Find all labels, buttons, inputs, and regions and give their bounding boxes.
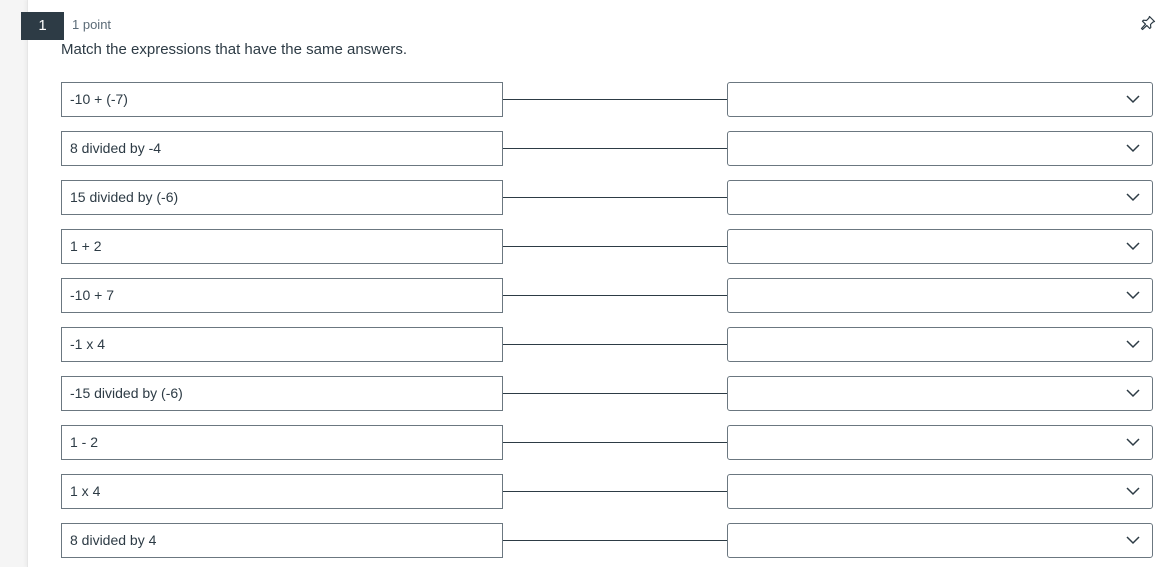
match-prompt: 1 + 2 [61, 229, 503, 264]
chevron-down-icon [1126, 389, 1140, 398]
match-row: 1 - 2 [0, 425, 1162, 460]
pin-icon[interactable] [1140, 15, 1156, 31]
match-prompt: 15 divided by (-6) [61, 180, 503, 215]
chevron-down-icon [1126, 144, 1140, 153]
match-row: -1 x 4 [0, 327, 1162, 362]
match-prompt: 1 x 4 [61, 474, 503, 509]
match-connector-line [503, 393, 727, 394]
chevron-down-icon [1126, 242, 1140, 251]
match-rows: -10 + (-7) 8 divided by -4 15 divided by… [0, 82, 1162, 567]
match-prompt: 8 divided by 4 [61, 523, 503, 558]
match-connector-line [503, 99, 727, 100]
match-connector-line [503, 246, 727, 247]
answer-select[interactable] [727, 376, 1153, 411]
match-row: -10 + 7 [0, 278, 1162, 313]
match-connector-line [503, 442, 727, 443]
chevron-down-icon [1126, 536, 1140, 545]
chevron-down-icon [1126, 95, 1140, 104]
answer-select[interactable] [727, 229, 1153, 264]
match-row: 1 + 2 [0, 229, 1162, 264]
answer-select[interactable] [727, 425, 1153, 460]
question-prompt: Match the expressions that have the same… [61, 41, 408, 58]
match-row: -15 divided by (-6) [0, 376, 1162, 411]
answer-select[interactable] [727, 180, 1153, 215]
match-row: 8 divided by 4 [0, 523, 1162, 558]
chevron-down-icon [1126, 340, 1140, 349]
match-row: 8 divided by -4 [0, 131, 1162, 166]
match-connector-line [503, 295, 727, 296]
match-connector-line [503, 540, 727, 541]
pin-icon-graphic [1140, 15, 1156, 31]
match-connector-line [503, 491, 727, 492]
match-prompt: -1 x 4 [61, 327, 503, 362]
answer-select[interactable] [727, 474, 1153, 509]
match-connector-line [503, 148, 727, 149]
match-prompt: -10 + (-7) [61, 82, 503, 117]
answer-select[interactable] [727, 327, 1153, 362]
answer-select[interactable] [727, 278, 1153, 313]
match-prompt: -10 + 7 [61, 278, 503, 313]
question-number-badge: 1 [21, 12, 64, 40]
chevron-down-icon [1126, 193, 1140, 202]
match-connector-line [503, 197, 727, 198]
question-points: 1 point [72, 17, 112, 32]
quiz-page: 1 1 point Match the expressions that hav… [0, 0, 1162, 567]
match-prompt: -15 divided by (-6) [61, 376, 503, 411]
answer-select[interactable] [727, 523, 1153, 558]
match-row: -10 + (-7) [0, 82, 1162, 117]
answer-select[interactable] [727, 82, 1153, 117]
match-prompt: 8 divided by -4 [61, 131, 503, 166]
chevron-down-icon [1126, 487, 1140, 496]
answer-select[interactable] [727, 131, 1153, 166]
match-row: 15 divided by (-6) [0, 180, 1162, 215]
match-connector-line [503, 344, 727, 345]
match-row: 1 x 4 [0, 474, 1162, 509]
match-prompt: 1 - 2 [61, 425, 503, 460]
chevron-down-icon [1126, 438, 1140, 447]
chevron-down-icon [1126, 291, 1140, 300]
